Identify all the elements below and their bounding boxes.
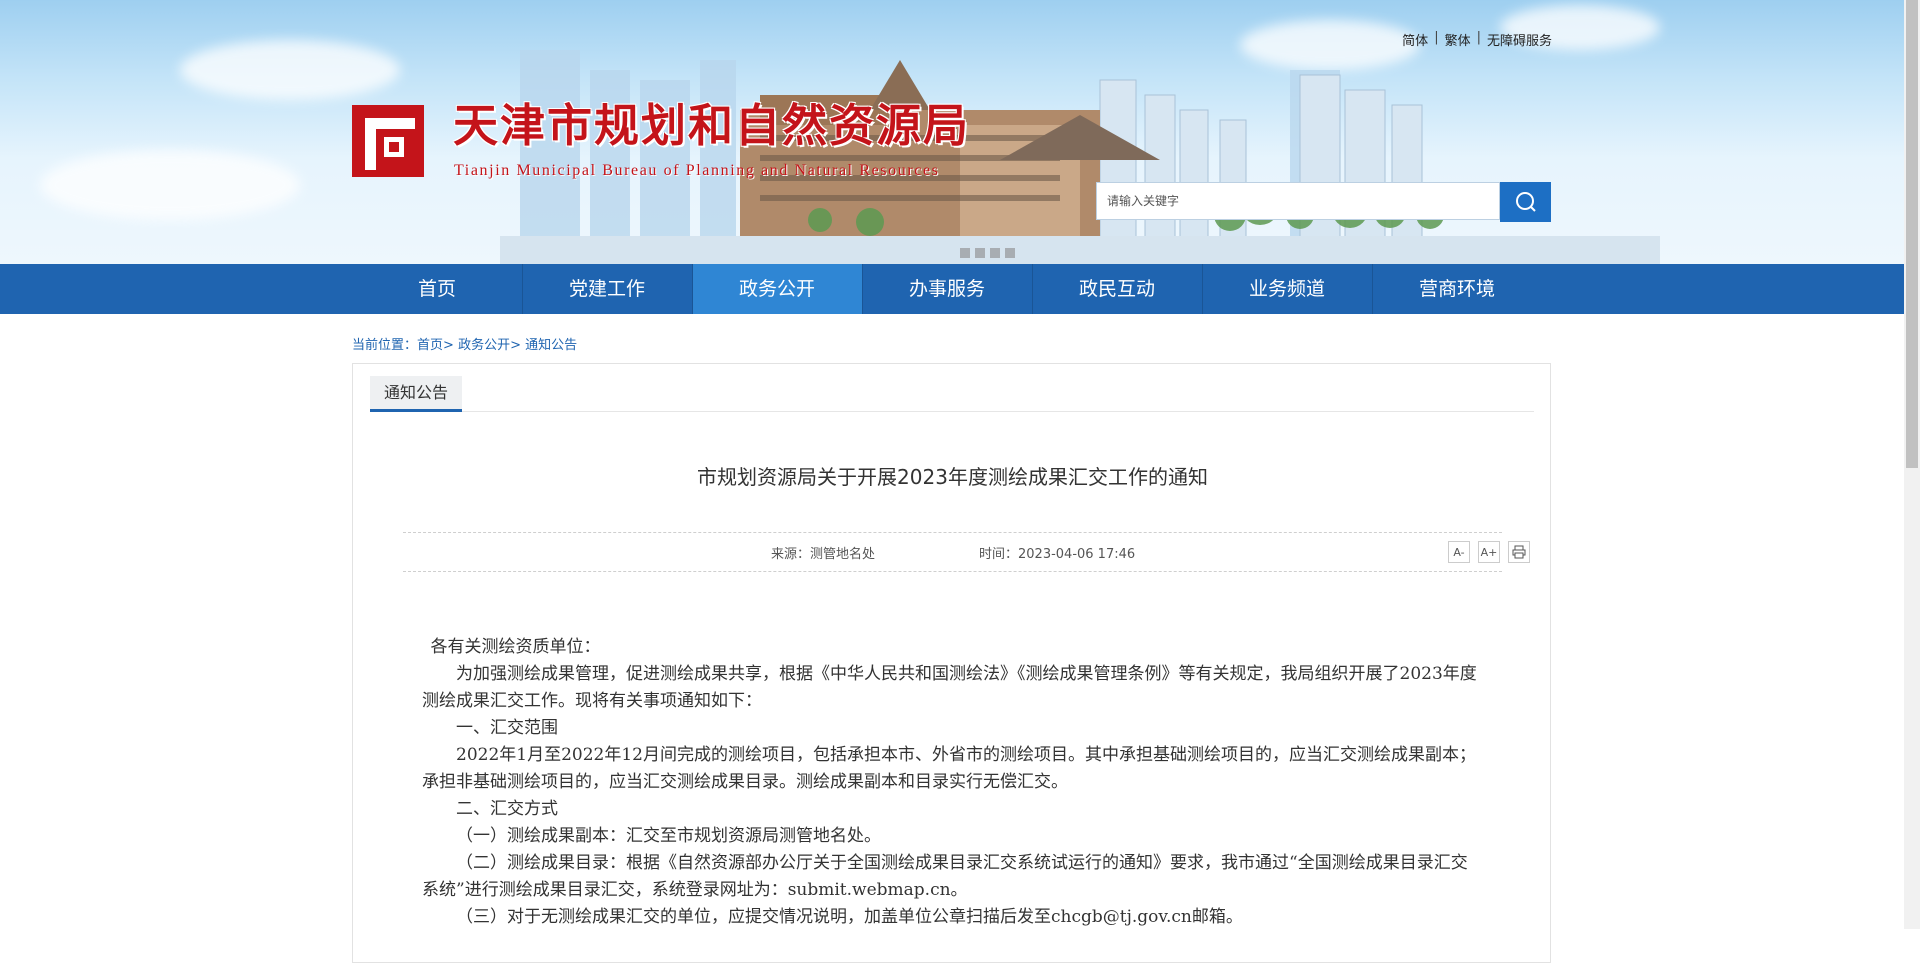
- article-body: 各有关测绘资质单位： 为加强测绘成果管理，促进测绘成果共享，根据《中华人民共和国…: [422, 634, 1484, 931]
- org-name-en: Tianjin Municipal Bureau of Planning and…: [454, 162, 940, 179]
- breadcrumb-government-affairs[interactable]: 政务公开: [458, 338, 510, 353]
- font-larger-button[interactable]: A+: [1478, 541, 1500, 563]
- body-paragraph: （三）对于无测绘成果汇交的单位，应提交情况说明，加盖单位公章扫描后发至chcgb…: [456, 907, 1243, 927]
- scrollbar-thumb[interactable]: [1906, 0, 1918, 468]
- article-panel: 通知公告 市规划资源局关于开展2023年度测绘成果汇交工作的通知 来源：测管地名…: [352, 363, 1551, 963]
- breadcrumb-home[interactable]: 首页: [417, 338, 443, 353]
- body-salutation: 各有关测绘资质单位：: [430, 637, 601, 657]
- tab-notices[interactable]: 通知公告: [370, 376, 463, 412]
- main-nav: 首页 党建工作 政务公开 办事服务 政民互动 业务频道 营商环境: [0, 264, 1904, 314]
- body-paragraph: 2022年1月至2022年12月间完成的测绘项目，包括承担本市、外省市的测绘项目…: [422, 745, 1476, 792]
- search-button[interactable]: [1500, 182, 1551, 222]
- article-meta: 来源：测管地名处 时间：2023-04-06 17:46 A- A+: [403, 532, 1530, 572]
- article-title: 市规划资源局关于开展2023年度测绘成果汇交工作的通知: [697, 465, 1208, 489]
- bureau-logo-icon: [352, 105, 424, 177]
- font-larger-icon: A+: [1480, 545, 1498, 559]
- breadcrumb: 当前位置：首页> 政务公开> 通知公告: [352, 334, 577, 353]
- body-heading: 一、汇交范围: [456, 718, 558, 738]
- nav-item-party-building[interactable]: 党建工作: [522, 264, 692, 314]
- page-scrollbar[interactable]: [1904, 0, 1920, 929]
- separator: |: [1476, 30, 1481, 45]
- nav-item-services[interactable]: 办事服务: [862, 264, 1032, 314]
- font-smaller-button[interactable]: A-: [1448, 541, 1470, 563]
- link-simplified[interactable]: 简体: [1402, 30, 1428, 49]
- nav-item-interaction[interactable]: 政民互动: [1032, 264, 1202, 314]
- header-banner: 简体 | 繁体 | 无障碍服务 天津市规划和自然资源局 Tianjin Muni…: [0, 0, 1904, 264]
- breadcrumb-separator: >: [443, 338, 459, 353]
- breadcrumb-separator: >: [510, 338, 526, 353]
- link-traditional[interactable]: 繁体: [1445, 30, 1471, 49]
- print-icon: [1512, 545, 1526, 559]
- nav-item-business-channel[interactable]: 业务频道: [1202, 264, 1372, 314]
- body-paragraph: 为加强测绘成果管理，促进测绘成果共享，根据《中华人民共和国测绘法》《测绘成果管理…: [422, 664, 1477, 711]
- body-heading: 二、汇交方式: [456, 799, 558, 819]
- breadcrumb-prefix: 当前位置：: [352, 338, 418, 353]
- body-paragraph: （二）测绘成果目录：根据《自然资源部办公厅关于全国测绘成果目录汇交系统试运行的通…: [422, 853, 1468, 900]
- section-tabbar: 通知公告: [370, 376, 1534, 412]
- font-smaller-icon: A-: [1453, 545, 1465, 559]
- separator: |: [1434, 30, 1439, 45]
- link-accessibility[interactable]: 无障碍服务: [1487, 30, 1552, 49]
- body-paragraph: （一）测绘成果副本：汇交至市规划资源局测管地名处。: [456, 826, 881, 846]
- search-input[interactable]: [1096, 182, 1500, 220]
- nav-item-government-affairs[interactable]: 政务公开: [692, 264, 862, 314]
- nav-item-business-environment[interactable]: 营商环境: [1372, 264, 1542, 314]
- breadcrumb-notices[interactable]: 通知公告: [525, 338, 577, 353]
- search-icon: [1515, 192, 1536, 212]
- print-button[interactable]: [1508, 541, 1530, 563]
- org-name-cn: 天津市规划和自然资源局: [453, 99, 971, 152]
- top-links: 简体 | 繁体 | 无障碍服务: [1402, 30, 1552, 49]
- article-time: 时间：2023-04-06 17:46: [979, 547, 1136, 562]
- nav-item-home[interactable]: 首页: [352, 264, 522, 314]
- article-source: 来源：测管地名处: [771, 547, 876, 562]
